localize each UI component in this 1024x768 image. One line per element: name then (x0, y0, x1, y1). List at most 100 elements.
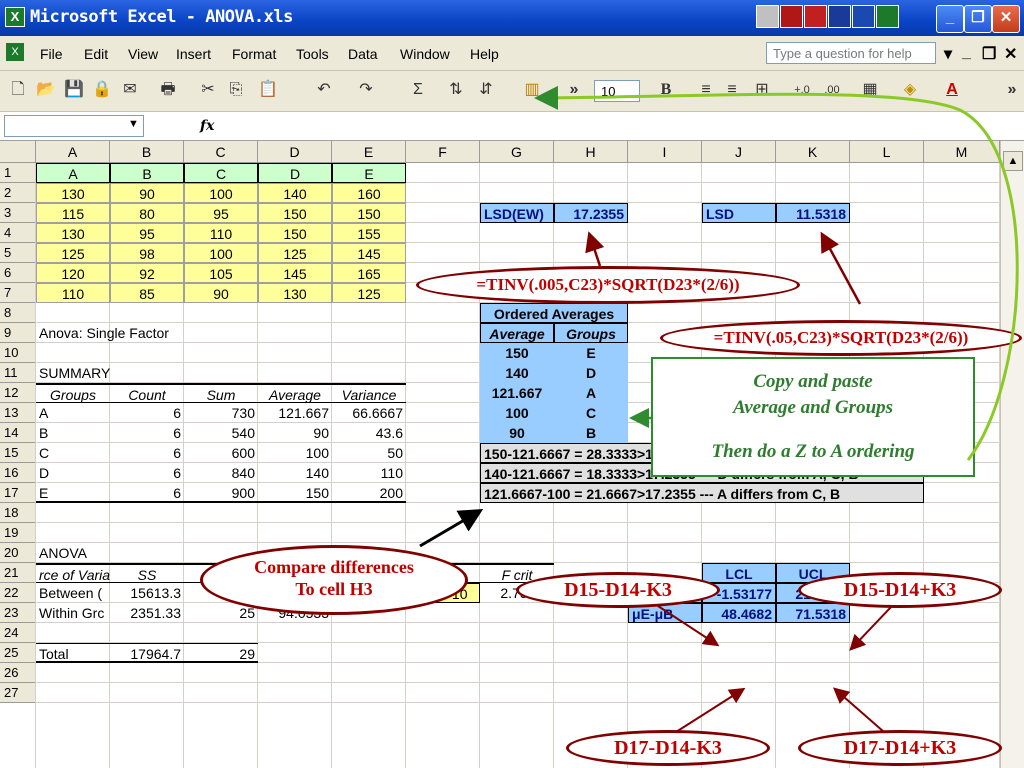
data-cell[interactable]: 125 (258, 243, 332, 263)
summary-cell[interactable]: 43.6 (332, 423, 406, 443)
row-header-3[interactable]: 3 (0, 203, 36, 223)
data-cell[interactable]: 100 (184, 243, 258, 263)
menu-edit[interactable]: Edit (84, 46, 108, 62)
email-icon[interactable]: ✉ (118, 79, 142, 101)
help-search-input[interactable]: Type a question for help (766, 42, 936, 64)
permission-icon[interactable]: 🔒 (90, 79, 114, 101)
lsd-ew-value[interactable]: 17.2355 (554, 203, 628, 223)
summary-cell[interactable]: 6 (110, 403, 184, 423)
new-icon[interactable]: 🗋 (6, 79, 30, 101)
data-cell[interactable]: 165 (332, 263, 406, 283)
data-cell[interactable]: 90 (184, 283, 258, 303)
summary-cell[interactable]: B (36, 423, 110, 443)
chart-wizard-icon[interactable]: ▥ (520, 79, 544, 101)
row-header-19[interactable]: 19 (0, 523, 36, 543)
data-cell[interactable]: 160 (332, 183, 406, 203)
redo-icon[interactable]: ↷ (354, 79, 378, 101)
comparison-row[interactable]: 121.6667-100 = 21.6667>17.2355 --- A dif… (480, 483, 924, 503)
name-box-dropdown-icon[interactable]: ▼ (128, 118, 139, 130)
summary-header[interactable]: Groups (36, 383, 110, 403)
insert-function-icon[interactable]: fx (200, 118, 214, 134)
summary-label[interactable]: SUMMARY (36, 363, 184, 383)
row-header-22[interactable]: 22 (0, 583, 36, 603)
sort-ascending-icon[interactable]: ⇅ (444, 79, 468, 101)
row-header-4[interactable]: 4 (0, 223, 36, 243)
data-cell[interactable]: 120 (36, 263, 110, 283)
data-cell[interactable]: 130 (258, 283, 332, 303)
total-cell[interactable]: Total (36, 643, 110, 663)
summary-cell[interactable]: D (36, 463, 110, 483)
row-header-6[interactable]: 6 (0, 263, 36, 283)
app-icon-1[interactable] (756, 5, 779, 28)
summary-cell[interactable]: 66.6667 (332, 403, 406, 423)
summary-cell[interactable]: 6 (110, 443, 184, 463)
summary-cell[interactable]: 110 (332, 463, 406, 483)
ordered-cell[interactable]: E (554, 343, 628, 363)
column-header-g[interactable]: G (480, 141, 554, 163)
lsd-ew-label[interactable]: LSD(EW) (480, 203, 554, 223)
row-header-23[interactable]: 23 (0, 603, 36, 623)
data-cell[interactable]: 80 (110, 203, 184, 223)
data-cell[interactable]: 125 (332, 283, 406, 303)
anova-header[interactable]: rce of Varia (36, 563, 110, 583)
excel-icon[interactable] (876, 5, 899, 28)
summary-cell[interactable]: 200 (332, 483, 406, 503)
lsd-value[interactable]: 11.5318 (776, 203, 850, 223)
anova-cell[interactable]: Within Grc (36, 603, 110, 623)
data-cell[interactable]: 115 (36, 203, 110, 223)
data-cell[interactable]: 150 (258, 203, 332, 223)
data-cell[interactable]: 145 (258, 263, 332, 283)
bold-button[interactable]: B (654, 79, 678, 101)
ordered-cell[interactable]: B (554, 423, 628, 443)
ordered-cell[interactable]: 150 (480, 343, 554, 363)
data-cell[interactable]: 150 (258, 223, 332, 243)
column-header-e[interactable]: E (332, 141, 406, 163)
summary-cell[interactable]: 840 (184, 463, 258, 483)
scroll-up-icon[interactable]: ▲ (1003, 151, 1023, 171)
select-all-corner[interactable] (0, 141, 36, 163)
row-header-11[interactable]: 11 (0, 363, 36, 383)
save-icon[interactable]: 💾 (62, 79, 86, 101)
column-header-f[interactable]: F (406, 141, 480, 163)
sort-descending-icon[interactable]: ⇵ (474, 79, 498, 101)
data-cell[interactable]: 92 (110, 263, 184, 283)
summary-cell[interactable]: 600 (184, 443, 258, 463)
copy-icon[interactable]: ⎘ (224, 79, 248, 101)
summary-header[interactable]: Count (110, 383, 184, 403)
row-header-18[interactable]: 18 (0, 503, 36, 523)
ordered-header[interactable]: Average (480, 323, 554, 343)
borders-icon[interactable]: ▦ (858, 79, 882, 101)
row-header-15[interactable]: 15 (0, 443, 36, 463)
ordered-title[interactable]: Ordered Averages (480, 303, 628, 323)
help-dropdown-icon[interactable]: ▾ (944, 44, 952, 64)
lsd-label[interactable]: LSD (702, 203, 776, 223)
ci-cell[interactable]: 48.4682 (702, 603, 776, 623)
align-left-icon[interactable]: ≡ (694, 79, 718, 101)
restore-button[interactable]: ❐ (964, 5, 992, 33)
column-header-m[interactable]: M (924, 141, 1000, 163)
row-header-10[interactable]: 10 (0, 343, 36, 363)
data-cell[interactable]: 155 (332, 223, 406, 243)
data-cell[interactable]: 85 (110, 283, 184, 303)
doc-restore-button[interactable]: ❐ (982, 44, 996, 64)
doc-minimize-button[interactable]: _ (962, 44, 971, 62)
menu-data[interactable]: Data (348, 46, 378, 62)
column-header-b[interactable]: B (110, 141, 184, 163)
row-header-25[interactable]: 25 (0, 643, 36, 663)
header-cell[interactable]: B (110, 163, 184, 183)
summary-cell[interactable]: 6 (110, 463, 184, 483)
column-header-a[interactable]: A (36, 141, 110, 163)
print-icon[interactable]: 🖶 (156, 79, 180, 101)
summary-cell[interactable]: 90 (258, 423, 332, 443)
data-cell[interactable]: 110 (184, 223, 258, 243)
summary-cell[interactable]: 900 (184, 483, 258, 503)
ordered-cell[interactable]: 100 (480, 403, 554, 423)
data-cell[interactable]: 150 (332, 203, 406, 223)
ordered-cell[interactable]: 121.667 (480, 383, 554, 403)
ordered-cell[interactable]: D (554, 363, 628, 383)
menu-insert[interactable]: Insert (176, 46, 211, 62)
summary-cell[interactable]: 6 (110, 483, 184, 503)
ci-header[interactable]: LCL (702, 563, 776, 583)
summary-header[interactable]: Sum (184, 383, 258, 403)
row-header-1[interactable]: 1 (0, 163, 36, 183)
